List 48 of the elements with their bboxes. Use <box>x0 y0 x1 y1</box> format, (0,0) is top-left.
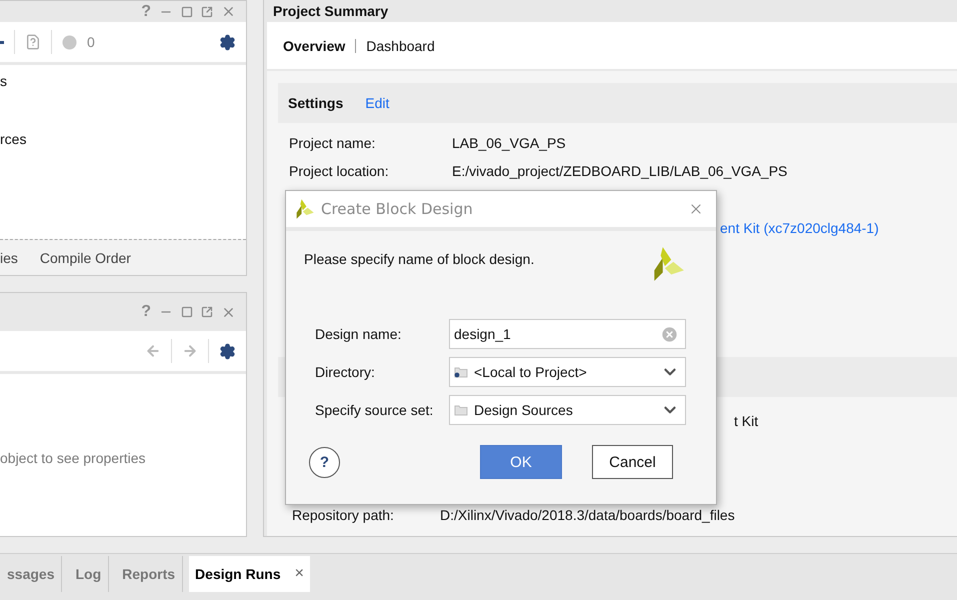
toolbar-icon[interactable] <box>0 40 4 44</box>
status-dot-icon <box>62 34 77 50</box>
field-value: LAB_06_VGA_PS <box>452 134 566 153</box>
float-icon[interactable] <box>201 306 213 318</box>
edit-link[interactable]: Edit <box>365 95 390 111</box>
field-value: t Kit <box>734 412 758 431</box>
field-label: Design name: <box>315 326 402 342</box>
field-label: Repository path: <box>292 506 395 525</box>
close-icon[interactable] <box>221 4 236 19</box>
clear-icon[interactable] <box>660 324 679 344</box>
bottom-tab[interactable]: Design Runs × <box>189 556 310 592</box>
tree-item[interactable]: rces <box>0 125 246 154</box>
field-value: E:/vivado_project/ZEDBOARD_LIB/LAB_06_VGA_PS <box>452 162 788 181</box>
cancel-button[interactable]: Cancel <box>592 445 673 479</box>
folder-icon <box>454 404 468 416</box>
maximize-icon[interactable] <box>181 306 193 318</box>
settings-icon[interactable] <box>219 342 236 360</box>
back-icon[interactable] <box>145 343 161 359</box>
bottom-tab[interactable]: Log <box>68 556 110 592</box>
help-button[interactable]: ? <box>309 446 340 478</box>
dropdown[interactable]: Design Sources <box>449 395 686 425</box>
panel-title: Project Summary <box>273 3 388 19</box>
float-icon[interactable] <box>201 6 213 18</box>
field-label: Project name: <box>289 134 376 153</box>
field-label: Project location: <box>289 162 390 181</box>
panel-tab[interactable]: ies <box>0 250 18 266</box>
design-name-field[interactable]: design_1 <box>449 319 686 349</box>
dialog-title: Create Block Design <box>321 200 474 218</box>
field-value: D:/Xilinx/Vivado/2018.3/data/boards/board_files <box>440 506 735 525</box>
dialog-message: Please specify name of block design. <box>304 251 534 267</box>
field-label: Specify source set: <box>315 402 434 418</box>
bottom-tab[interactable]: Reports <box>115 556 184 592</box>
section-title: Settings <box>288 95 344 111</box>
view-tab[interactable]: Overview <box>283 38 356 54</box>
tree-item[interactable]: s <box>0 67 246 96</box>
empty-message: object to see properties <box>0 450 147 466</box>
settings-icon[interactable] <box>219 34 236 50</box>
forward-icon[interactable] <box>182 343 198 359</box>
part-link[interactable]: ent Kit (xc7z020clg484-1) <box>720 214 879 242</box>
view-tab[interactable]: Dashboard <box>355 38 445 52</box>
ok-button[interactable]: OK <box>480 445 562 479</box>
document-help-icon[interactable] <box>25 34 41 50</box>
bottom-tab[interactable]: ssages <box>0 556 62 592</box>
dropdown[interactable]: <Local to Project> <box>449 357 686 387</box>
status-count: 0 <box>87 34 95 50</box>
maximize-icon[interactable] <box>181 6 193 18</box>
field-label: Directory: <box>315 364 376 380</box>
panel-tab[interactable]: Compile Order <box>40 250 131 266</box>
